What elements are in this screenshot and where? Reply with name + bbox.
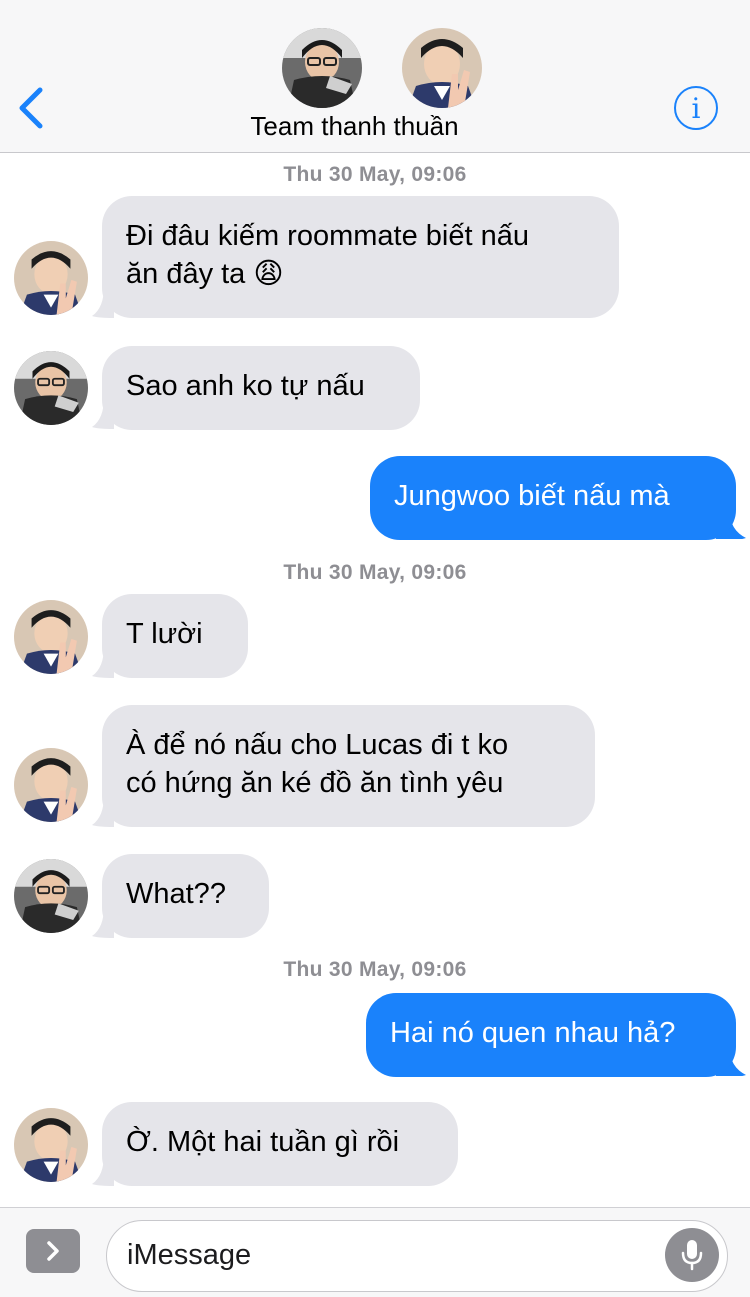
message-composer: iMessage — [0, 1207, 750, 1297]
info-glyph: i — [691, 91, 701, 125]
microphone-button[interactable] — [665, 1228, 719, 1282]
avatar — [14, 1108, 88, 1182]
chevron-right-icon — [47, 1241, 59, 1261]
timestamp: Thu 30 May, 09:06 — [283, 958, 467, 981]
avatar — [14, 241, 88, 315]
conversation-header: Team thanh thuần i — [0, 0, 750, 153]
message-text: Sao anh ko tự nấu — [126, 370, 365, 402]
avatar — [14, 748, 88, 822]
message-bubble[interactable]: Hai nó quen nhau hả? — [366, 993, 736, 1077]
message-text: À để nó nấu cho Lucas đi t ko — [126, 729, 509, 761]
message-bubble[interactable]: Ờ. Một hai tuần gì rồi — [102, 1102, 458, 1186]
avatar[interactable] — [282, 28, 362, 108]
message-text: Jungwoo biết nấu mà — [394, 480, 670, 512]
message-text: T lười — [126, 618, 203, 650]
conversation-title[interactable]: Team thanh thuần — [0, 111, 709, 142]
message-text: What?? — [126, 878, 226, 910]
message-bubble[interactable]: À để nó nấu cho Lucas đi t ko có hứng ăn… — [102, 705, 595, 827]
message-bubble[interactable]: Sao anh ko tự nấu — [102, 346, 420, 430]
microphone-icon — [681, 1240, 703, 1271]
message-bubble[interactable]: T lười — [102, 594, 248, 678]
message-text: Ờ. Một hai tuần gì rồi — [126, 1126, 400, 1158]
timestamp: Thu 30 May, 09:06 — [283, 561, 467, 584]
message-text: Đi đâu kiếm roommate biết nấu — [126, 220, 529, 252]
apps-button[interactable] — [26, 1229, 80, 1273]
message-input[interactable]: iMessage — [106, 1220, 728, 1292]
avatar — [14, 600, 88, 674]
message-bubble[interactable]: What?? — [102, 854, 269, 938]
message-bubble[interactable]: Jungwoo biết nấu mà — [370, 456, 736, 540]
avatar — [14, 859, 88, 933]
message-bubble[interactable]: Đi đâu kiếm roommate biết nấu ăn đây ta … — [102, 196, 619, 318]
timestamp: Thu 30 May, 09:06 — [283, 163, 467, 186]
message-text: có hứng ăn ké đồ ăn tình yêu — [126, 767, 504, 799]
message-input-placeholder: iMessage — [127, 1239, 252, 1271]
message-text: ăn đây ta 😩 — [126, 258, 284, 290]
avatar — [14, 351, 88, 425]
avatar[interactable] — [402, 28, 482, 108]
info-icon[interactable]: i — [674, 86, 718, 130]
message-text: Hai nó quen nhau hả? — [390, 1017, 676, 1049]
